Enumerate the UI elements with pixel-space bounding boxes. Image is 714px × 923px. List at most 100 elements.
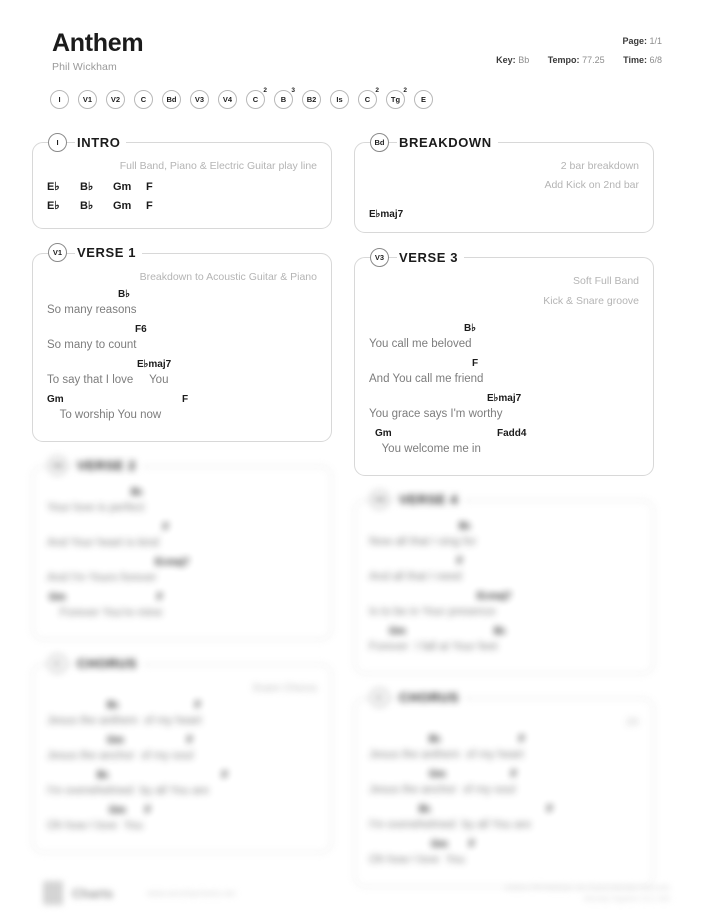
chord-symbol: B♭ — [419, 804, 431, 816]
footer-credit-line-2: Worship Together CCLI 000 — [583, 895, 670, 903]
chord-symbol: E♭maj7 — [477, 590, 512, 602]
chord-symbol: B♭ — [464, 322, 476, 334]
chord-row: B♭ F — [47, 700, 317, 714]
footer-url[interactable]: www.worshipcharts.net — [147, 889, 235, 898]
lyric-text: Forever You're mine — [47, 606, 163, 619]
arrangement-badge-c[interactable]: C — [134, 90, 153, 109]
section-note-line-1: 2 bar breakdown — [560, 160, 639, 172]
chord-symbol: B♭ — [97, 770, 109, 782]
lyric-text: You call me beloved — [369, 337, 472, 350]
chord-row: E♭maj7 — [369, 591, 639, 605]
chord-symbol: F — [195, 700, 202, 712]
section-intro-header: I INTRO — [32, 132, 332, 152]
lyric-line: B♭ F Jesus the anthem of my heart — [47, 700, 317, 735]
section-badge[interactable]: V2 — [48, 456, 67, 476]
section-badge[interactable]: Bd — [370, 132, 389, 152]
arrangement-badge-e[interactable]: E — [414, 90, 433, 109]
title-block: Anthem Phil Wickham — [52, 29, 144, 74]
lyric-line: E♭maj7 You grace says I'm worthy — [369, 393, 639, 428]
chart-metadata: Page: 1/1 Key: Bb Tempo: 77.25 Time: 6/8 — [496, 36, 662, 65]
arrangement-badge-bd[interactable]: Bd — [162, 90, 181, 109]
chord-row: Gm F — [369, 769, 639, 783]
chord-symbol: E♭ — [47, 199, 60, 212]
lyric-line: E♭maj7 To say that I love You — [47, 359, 317, 394]
footer-logo-text: Charts — [72, 885, 114, 901]
arrangement-badge-i[interactable]: I — [50, 90, 69, 109]
arrangement-badge-v4[interactable]: V4 — [218, 90, 237, 109]
lyric-text: Now all that I sing for — [369, 535, 477, 548]
section-badge[interactable]: V1 — [48, 243, 67, 263]
arrangement-badge-v1[interactable]: V1 — [78, 90, 97, 109]
lyric-text: You welcome me in — [369, 442, 481, 455]
chord-row: Gm F — [47, 735, 317, 749]
lyric-line: Gm F Jesus the anchor of my soul — [47, 735, 317, 770]
section-verse-1: V1 VERSE 1 Breakdown to Acoustic Guitar … — [32, 243, 332, 442]
lyric-line: Gm F Jesus the anchor of my soul — [369, 769, 639, 804]
arrangement-badge-b2[interactable]: B2 — [302, 90, 321, 109]
meta-time-label: Time: — [623, 55, 647, 65]
badge-label: B — [280, 95, 287, 104]
chord-symbol: B♭ — [80, 199, 94, 212]
chord-symbol: Gm — [389, 625, 406, 637]
section-verse-3-body: Soft Full Band Kick & Snare groove B♭ You… — [354, 257, 654, 476]
section-note-line-2: Add Kick on 2nd bar — [544, 179, 639, 192]
lyric-text: You grace says I'm worthy — [369, 407, 503, 420]
meta-row-page: Page: 1/1 — [496, 36, 662, 46]
chord-lyric-block: B♭ Your love is perfect F And Your heart is… — [47, 487, 317, 627]
section-badge[interactable]: I — [48, 132, 67, 152]
chord-symbol: F — [547, 804, 554, 816]
meta-page-value: 1/1 — [649, 36, 662, 46]
chord-symbol: Gm — [47, 393, 64, 405]
section-title: INTRO — [75, 134, 127, 150]
section-badge[interactable]: C — [48, 654, 67, 674]
chart-page: Anthem Phil Wickham Page: 1/1 Key: Bb Te… — [0, 0, 714, 923]
badge-superscript: 2 — [403, 87, 407, 94]
chord-symbol: B♭ — [80, 181, 94, 194]
barcode-logo-icon — [44, 881, 64, 905]
section-badge[interactable]: V4 — [370, 490, 389, 510]
chord-symbol: F — [146, 199, 153, 212]
footer-credits: Anthem Phil Wickham Jon Guerra Brandon R… — [505, 883, 670, 905]
chord-row: B♭ F — [369, 804, 639, 818]
chord-symbol: E♭maj7 — [487, 392, 522, 404]
section-title: CHORUS — [75, 656, 143, 672]
arrangement-badge-v3[interactable]: V3 — [190, 90, 209, 109]
chord-symbol: B♭ — [118, 288, 130, 300]
chord-lyric-block: B♭ Now all that I sing for F And all that I… — [369, 521, 639, 661]
chord-row: B♭ F — [369, 734, 639, 748]
chord-row: F — [47, 522, 317, 536]
meta-tempo: Tempo: 77.25 — [548, 55, 605, 65]
sections-column-right: Bd BREAKDOWN 2 bar breakdown Add Kick on… — [354, 132, 654, 901]
lyric-line: F And You call me friend — [369, 358, 639, 393]
lyric-line: Gm B♭ Forever I fall at Your feet — [369, 626, 639, 661]
section-badge[interactable]: V3 — [370, 247, 389, 267]
badge-label: I — [58, 95, 61, 104]
chord-symbol: B♭ — [131, 486, 143, 498]
arrangement-badge-c-2[interactable]: C2 — [246, 87, 267, 109]
arrangement-badge-tg-2[interactable]: Tg 2 — [386, 87, 407, 109]
lyric-text: Oh how I love You — [47, 820, 143, 833]
section-chorus-2-body: 2X B♭ F Jesus the anthem of my heart Gm F Jes… — [354, 697, 654, 888]
badge-label: C — [140, 95, 147, 104]
section-verse-3-header: V3 VERSE 3 — [354, 247, 654, 267]
badge-label: V1 — [82, 95, 93, 104]
chord-row: F — [369, 358, 639, 372]
arrangement-badge-v2[interactable]: V2 — [106, 90, 125, 109]
page-title: Anthem — [52, 29, 144, 57]
meta-time-value: 6/8 — [649, 55, 662, 65]
section-badge[interactable]: C — [370, 688, 389, 708]
section-title: VERSE 3 — [397, 249, 465, 265]
lyric-line: F6 So many to count — [47, 324, 317, 359]
chord-row: F6 — [47, 324, 317, 338]
section-note: Snare Chorus — [252, 681, 317, 694]
section-verse-1-body: Breakdown to Acoustic Guitar & Piano B♭ S… — [32, 252, 332, 442]
chord-symbol: Gm — [113, 199, 132, 212]
page-header: Anthem Phil Wickham Page: 1/1 Key: Bb Te… — [30, 0, 684, 84]
arrangement-badge-is[interactable]: Is — [330, 90, 349, 109]
chord-symbol: F — [182, 393, 189, 405]
arrangement-badge-c-2[interactable]: C2 — [358, 87, 379, 109]
arrangement-badge-b-3[interactable]: B3 — [274, 87, 295, 109]
chord-symbol: F — [519, 734, 526, 746]
lyric-line: F And Your heart is kind — [47, 522, 317, 557]
meta-tempo-value: 77.25 — [582, 55, 605, 65]
